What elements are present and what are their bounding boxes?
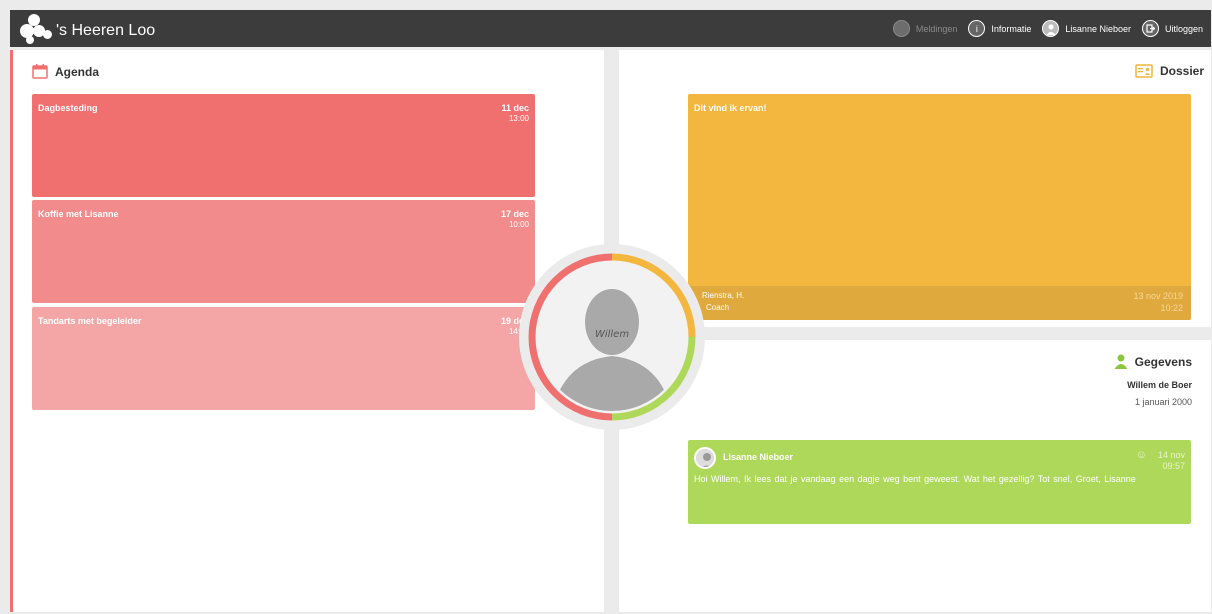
agenda-item-title: Koffie met Lisanne	[38, 209, 119, 219]
agenda-item[interactable]: Dagbesteding 11 dec 13:00	[32, 94, 535, 197]
agenda-item-time: 13:00	[508, 114, 529, 123]
bell-icon	[892, 20, 910, 37]
avatar-name: Willem	[594, 329, 630, 340]
logo-icon	[20, 14, 54, 44]
message-time: 09:57	[1162, 461, 1185, 471]
agenda-item-date: 11 dec	[501, 103, 529, 113]
nav-uitloggen[interactable]: Uitloggen	[1141, 20, 1203, 37]
nav-uitloggen-label: Uitloggen	[1164, 23, 1203, 34]
client-birthdate: 1 januari 2000	[1134, 397, 1192, 407]
sender-avatar	[694, 447, 716, 469]
dossier-author: Rienstra, H.	[702, 291, 745, 300]
dossier-card-title: Dit vind ik ervan!	[694, 103, 767, 113]
top-nav: Meldingen i Informatie Lisanne Nieboer U…	[892, 10, 1203, 47]
message-sender: Lisanne Nieboer	[723, 452, 794, 462]
message-date: 14 nov	[1157, 450, 1185, 460]
gegevens-title: Gegevens	[1134, 354, 1192, 369]
agenda-item-title: Dagbesteding	[38, 103, 98, 113]
nav-informatie[interactable]: i Informatie	[968, 20, 1031, 37]
nav-meldingen-label: Meldingen	[915, 23, 958, 34]
nav-user[interactable]: Lisanne Nieboer	[1042, 20, 1131, 37]
agenda-item[interactable]: Koffie met Lisanne 17 dec 10:00	[32, 200, 535, 303]
agenda-header[interactable]: Agenda	[32, 64, 99, 79]
dossier-header[interactable]: Dossier	[1135, 64, 1204, 78]
dossier-role: Coach	[706, 303, 730, 312]
user-avatar-icon	[1042, 20, 1060, 37]
agenda-item[interactable]: Tandarts met begeleider 19 dec 14:00	[32, 307, 535, 410]
id-card-icon	[1135, 64, 1153, 78]
agenda-title: Agenda	[55, 64, 100, 79]
dossier-time: 10:22	[1160, 303, 1183, 313]
info-icon: i	[968, 20, 986, 37]
logo[interactable]: 's Heeren Loo	[20, 14, 155, 44]
nav-informatie-label: Informatie	[991, 23, 1032, 34]
nav-meldingen[interactable]: Meldingen	[892, 20, 958, 37]
dossier-date: 13 nov 2019	[1133, 291, 1183, 301]
agenda-item-date: 17 dec	[500, 209, 529, 219]
dossier-title: Dossier	[1159, 64, 1204, 78]
nav-user-label: Lisanne Nieboer	[1065, 23, 1131, 34]
client-name: Willem de Boer	[1127, 380, 1192, 390]
smiley-icon: ☺	[1135, 449, 1147, 461]
logo-text: 's Heeren Loo	[56, 22, 156, 39]
top-bar: 's Heeren Loo Meldingen i Informatie Lis…	[10, 10, 1211, 47]
agenda-item-title: Tandarts met begeleider	[38, 316, 142, 326]
dossier-card-footer: Rienstra, H. Coach 13 nov 2019 10:22	[688, 286, 1191, 320]
person-icon	[1114, 354, 1128, 369]
logout-icon	[1141, 20, 1159, 37]
message-card[interactable]: Lisanne Nieboer ☺ 14 nov 09:57 Hoi Wille…	[688, 440, 1191, 524]
agenda-item-time: 10:00	[508, 220, 529, 229]
dossier-card[interactable]: Dit vind ik ervan! Rienstra, H. Coach 13…	[688, 94, 1191, 320]
profile-avatar[interactable]: Willem	[519, 244, 705, 430]
gegevens-header[interactable]: Gegevens	[1114, 354, 1192, 369]
message-body: Hoi Willem, Ik lees dat je vandaag een d…	[694, 474, 1136, 484]
calendar-icon	[32, 64, 48, 79]
